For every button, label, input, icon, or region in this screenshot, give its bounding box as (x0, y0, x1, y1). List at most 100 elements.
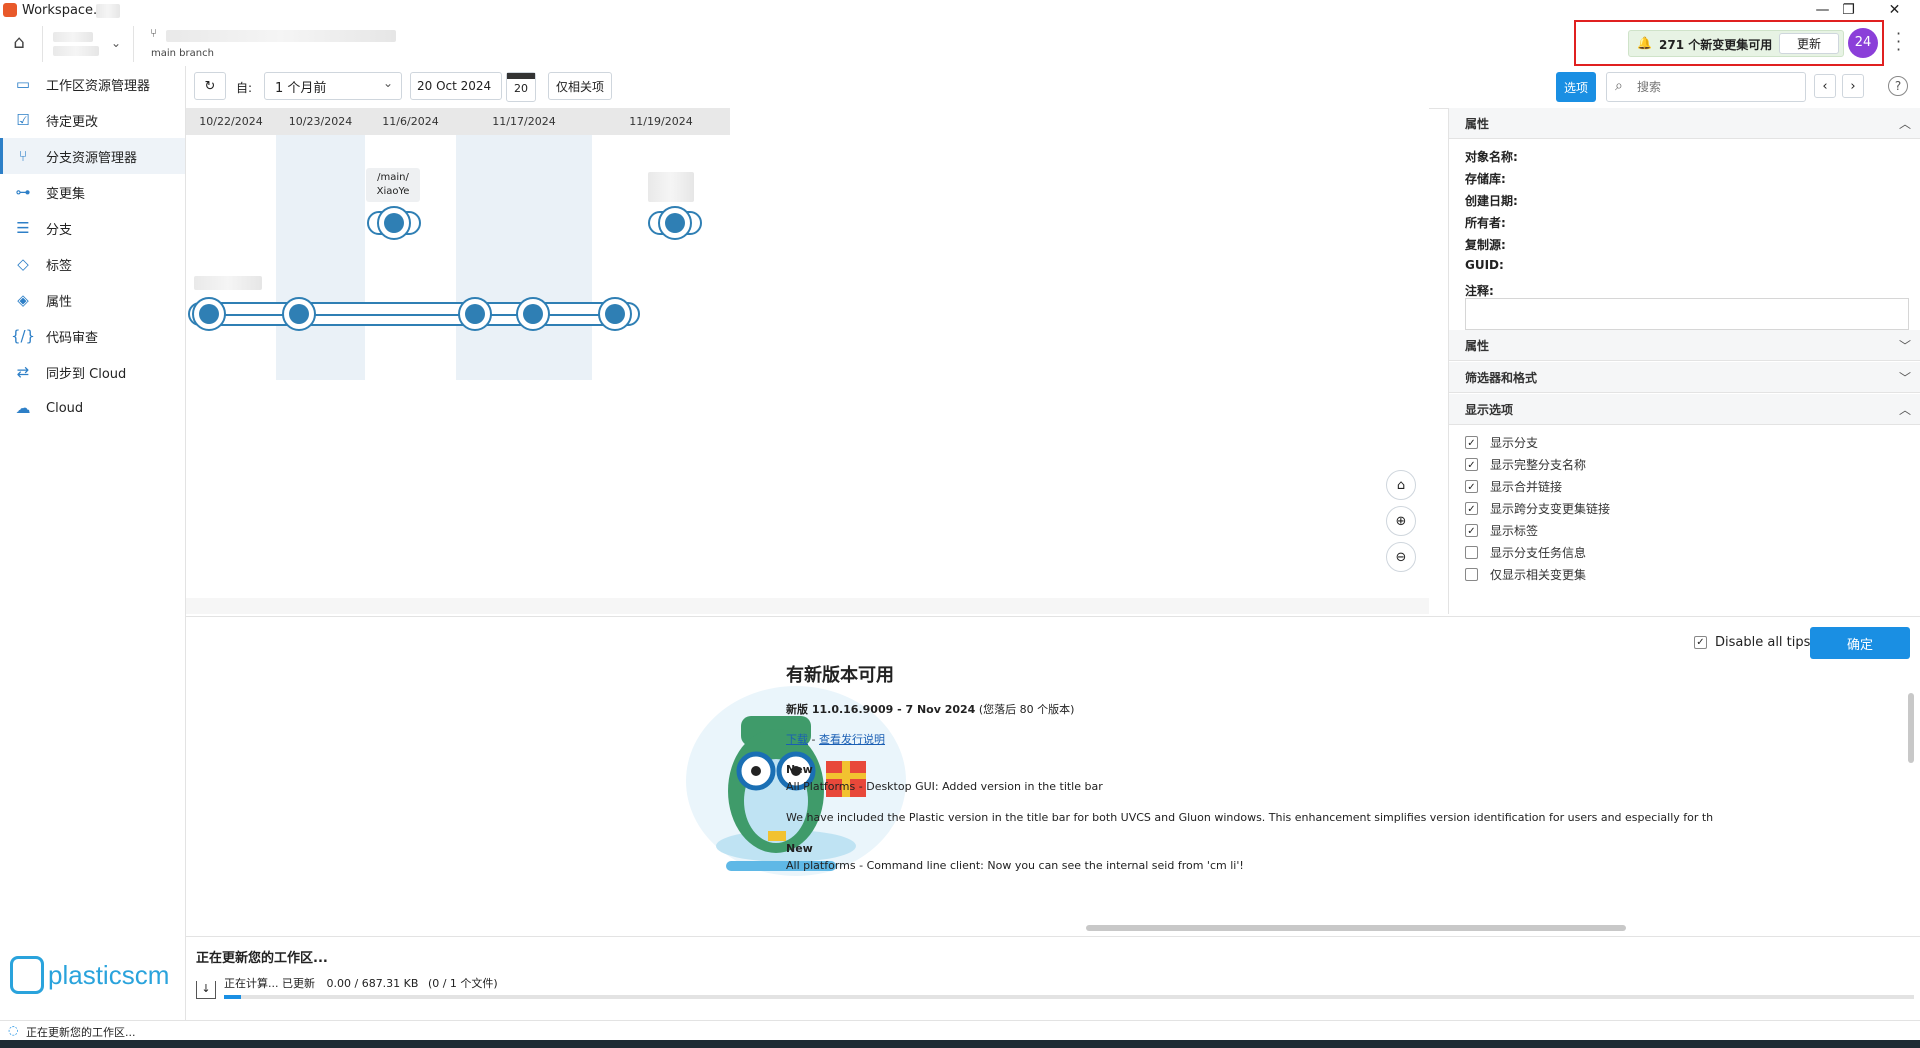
date-band (276, 135, 365, 380)
close-icon[interactable]: ✕ (1872, 0, 1917, 22)
checkbox-unchecked[interactable] (1465, 568, 1478, 581)
date-input[interactable]: 20 Oct 2024 (410, 72, 502, 100)
sidebar-item-changesets[interactable]: ⊶ 变更集 (0, 174, 185, 210)
avatar[interactable]: 24 (1848, 28, 1878, 58)
option-show-branches[interactable]: ✓ 显示分支 (1465, 434, 1538, 451)
search-prev-button[interactable]: ‹ (1814, 74, 1836, 98)
release-vscroll[interactable] (1908, 693, 1914, 763)
ok-button[interactable]: 确定 (1810, 627, 1910, 659)
logo-text: plasticscm (48, 959, 170, 990)
option-cross-branch-links[interactable]: ✓ 显示跨分支变更集链接 (1465, 500, 1610, 517)
chevron-up-icon: ︿ (1898, 402, 1911, 417)
section-title: 属性 (1465, 116, 1490, 131)
branch-graph[interactable]: 10/22/2024 10/23/2024 11/6/2024 11/17/20… (186, 108, 1429, 614)
sidebar-item-label: Cloud (46, 400, 84, 416)
redacted-branch-name (194, 276, 262, 290)
progress-bar-fill (224, 995, 241, 999)
sidebar-item-branch-explorer[interactable]: ⑂ 分支资源管理器 (0, 138, 185, 174)
calendar-button[interactable]: 20 (506, 72, 536, 102)
checkbox-checked[interactable]: ✓ (1465, 502, 1478, 515)
sidebar-item-pending-changes[interactable]: ☑ 待定更改 (0, 102, 185, 138)
zoom-in-icon: ⊕ (1395, 513, 1407, 529)
sidebar-item-labels[interactable]: ◇ 标签 (0, 246, 185, 282)
section-properties[interactable]: 属性 ︿ (1449, 108, 1920, 139)
tag-icon: ◇ (17, 255, 29, 273)
search-box[interactable]: ⌕ (1606, 72, 1806, 102)
search-input[interactable] (1635, 76, 1799, 98)
checkbox-checked[interactable]: ✓ (1465, 458, 1478, 471)
disable-tips-checkbox[interactable]: ✓ Disable all tips (1694, 635, 1810, 650)
option-full-branch-names[interactable]: ✓ 显示完整分支名称 (1465, 456, 1586, 473)
version-line: 新版 11.0.16.9009 - 7 Nov 2024 (您落后 80 个版本… (786, 701, 1074, 717)
changeset-node[interactable] (598, 297, 632, 331)
zoom-out-button[interactable]: ⊖ (1386, 542, 1416, 572)
checkbox-checked[interactable]: ✓ (1694, 636, 1707, 649)
zoom-home-button[interactable]: ⌂ (1386, 470, 1416, 500)
refresh-button[interactable]: ↻ (194, 72, 226, 100)
redacted-workspace (53, 32, 93, 42)
release-links: 下载 - 查看发行说明 (786, 731, 885, 747)
release-notes-link[interactable]: 查看发行说明 (819, 733, 885, 746)
home-icon[interactable]: ⌂ (8, 32, 30, 54)
new-version-panel: ✓ Disable all tips 确定 有新版本可用 新版 11.0.16.… (186, 616, 1920, 937)
progress-status-line: 正在计算... 已更新 0.00 / 687.31 KB (0 / 1 个文件) (224, 975, 498, 991)
checkbox-unchecked[interactable] (1465, 546, 1478, 559)
comment-field[interactable] (1465, 298, 1909, 330)
date-label: 11/19/2024 (629, 115, 693, 128)
sidebar-item-attributes[interactable]: ◈ 属性 (0, 282, 185, 318)
sidebar-item-workspace-explorer[interactable]: ▭ 工作区资源管理器 (0, 66, 185, 102)
section-attributes[interactable]: 属性 ﹀ (1449, 330, 1920, 361)
section-display-options[interactable]: 显示选项 ︿ (1449, 394, 1920, 425)
search-next-button[interactable]: › (1842, 74, 1864, 98)
progress-bar (224, 995, 1914, 999)
graph-hscroll[interactable] (186, 598, 1429, 614)
options-button[interactable]: 选项 (1556, 72, 1596, 102)
option-label: 显示分支任务信息 (1490, 546, 1587, 560)
option-branch-task-info[interactable]: 显示分支任务信息 (1465, 544, 1586, 561)
date-label: 11/6/2024 (382, 115, 439, 128)
option-merge-links[interactable]: ✓ 显示合并链接 (1465, 478, 1562, 495)
restore-icon[interactable]: ❐ (1826, 0, 1871, 22)
sidebar-item-label: 代码审查 (46, 330, 99, 346)
related-only-button[interactable]: 仅相关项 (548, 72, 612, 100)
changeset-node[interactable] (458, 297, 492, 331)
version-text: 新版 11.0.16.9009 - 7 Nov 2024 (786, 703, 976, 716)
changeset-icon: ⊶ (15, 183, 31, 201)
chevron-right-icon: › (1850, 78, 1856, 94)
option-label: 显示跨分支变更集链接 (1490, 502, 1611, 516)
branch-explorer-toolbar: ↻ 自: 1 个月前 ⌄ 20 Oct 2024 20 仅相关项 选项 ⌕ ‹ … (186, 66, 1920, 109)
option-show-labels[interactable]: ✓ 显示标签 (1465, 522, 1538, 539)
changeset-node[interactable] (282, 297, 316, 331)
new-changesets-notification[interactable]: 🔔 271 个新变更集可用 更新 (1628, 30, 1844, 57)
branch-icon: ⑂ (150, 26, 158, 40)
option-label: 显示分支 (1490, 436, 1539, 450)
pending-changes-icon: ☑ (16, 111, 30, 129)
sidebar-item-sync-cloud[interactable]: ⇄ 同步到 Cloud (0, 354, 185, 390)
help-icon[interactable]: ? (1888, 76, 1908, 96)
disable-tips-label: Disable all tips (1715, 635, 1811, 650)
checkbox-checked[interactable]: ✓ (1465, 436, 1478, 449)
plastic-logo-icon (10, 956, 44, 994)
more-options-icon[interactable]: · · · (1896, 26, 1901, 58)
date-range-select[interactable]: 1 个月前 ⌄ (264, 72, 402, 100)
workspace-selector[interactable]: ⌄ (42, 26, 134, 62)
option-related-only[interactable]: 仅显示相关变更集 (1465, 566, 1586, 583)
changeset-node[interactable] (658, 206, 692, 240)
changeset-node[interactable] (377, 206, 411, 240)
zoom-out-icon: ⊖ (1395, 549, 1407, 565)
checkbox-checked[interactable]: ✓ (1465, 524, 1478, 537)
zoom-in-button[interactable]: ⊕ (1386, 506, 1416, 536)
release-hscroll[interactable] (1086, 925, 1626, 931)
checkbox-checked[interactable]: ✓ (1465, 480, 1478, 493)
update-button[interactable]: 更新 (1779, 33, 1839, 54)
progress-status: 正在计算... 已更新 (224, 977, 315, 990)
chevron-down-icon: ﹀ (1898, 370, 1911, 385)
download-link[interactable]: 下载 (786, 733, 808, 746)
sidebar-item-cloud[interactable]: ☁ Cloud (0, 390, 185, 426)
changeset-node[interactable] (192, 297, 226, 331)
sidebar-item-branches[interactable]: ☰ 分支 (0, 210, 185, 246)
section-filters[interactable]: 筛选器和格式 ﹀ (1449, 362, 1920, 393)
changeset-node[interactable] (516, 297, 550, 331)
option-label: 显示完整分支名称 (1490, 458, 1587, 472)
sidebar-item-code-review[interactable]: {/} 代码审查 (0, 318, 185, 354)
